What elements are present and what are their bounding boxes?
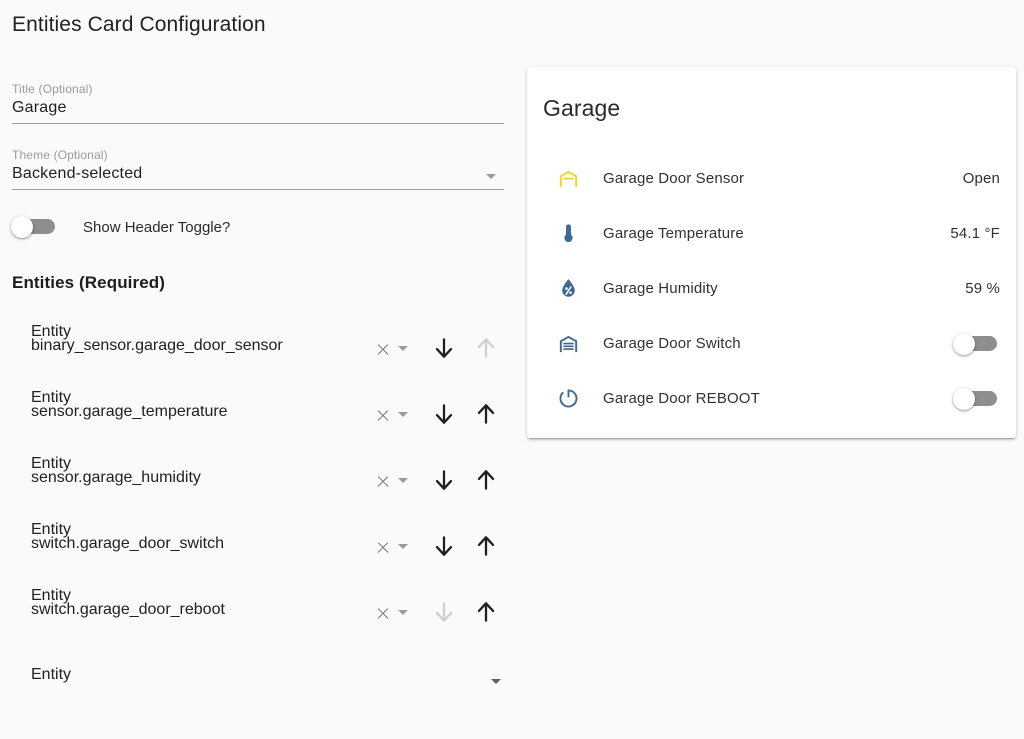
list-item-state[interactable]: Open (963, 170, 1000, 187)
entity-row[interactable]: Entity switch.garage_door_switch (31, 521, 501, 569)
garage-open-icon[interactable] (553, 167, 583, 191)
list-item-name: Garage Door Switch (603, 335, 953, 352)
move-up-icon[interactable] (473, 467, 499, 493)
entity-row-value[interactable]: sensor.garage_humidity (31, 469, 201, 487)
theme-field-underline (12, 189, 504, 190)
list-item-toggle[interactable] (953, 333, 999, 355)
entity-row-value[interactable]: binary_sensor.garage_door_sensor (31, 337, 283, 355)
move-down-icon[interactable] (431, 533, 457, 559)
move-down-icon (431, 599, 457, 625)
show-header-toggle-row[interactable]: Show Header Toggle? (11, 216, 230, 238)
entity-row[interactable]: Entity sensor.garage_temperature (31, 389, 501, 437)
toggle-knob (953, 388, 975, 410)
chevron-down-icon[interactable] (398, 544, 408, 549)
entity-row-value[interactable]: switch.garage_door_reboot (31, 601, 225, 619)
list-item-name: Garage Door REBOOT (603, 390, 953, 407)
title-field-label: Title (Optional) (12, 82, 504, 96)
chevron-down-icon[interactable] (486, 174, 496, 179)
garage-icon[interactable] (553, 332, 583, 356)
move-down-icon[interactable] (431, 467, 457, 493)
toggle-knob (11, 216, 33, 238)
close-icon[interactable] (375, 342, 391, 358)
move-up-icon[interactable] (473, 599, 499, 625)
title-field[interactable]: Title (Optional) Garage (12, 82, 504, 124)
list-item-state[interactable]: 59 % (965, 280, 1000, 297)
list-item-name: Garage Door Sensor (603, 170, 963, 187)
theme-field-label: Theme (Optional) (12, 148, 504, 162)
entity-row-value[interactable]: switch.garage_door_switch (31, 535, 224, 553)
show-header-toggle-label: Show Header Toggle? (83, 219, 230, 236)
card-editor-pane: Entities Card Configuration Title (Optio… (0, 0, 520, 739)
move-down-icon[interactable] (431, 401, 457, 427)
list-item-toggle[interactable] (953, 388, 999, 410)
thermometer-icon[interactable] (553, 222, 583, 246)
move-down-icon[interactable] (431, 335, 457, 361)
theme-field[interactable]: Theme (Optional) Backend-selected (12, 148, 504, 190)
list-item[interactable]: Garage Temperature 54.1 °F (527, 206, 1016, 261)
list-item[interactable]: Garage Door Sensor Open (527, 151, 1016, 206)
close-icon[interactable] (375, 540, 391, 556)
list-item[interactable]: Garage Door Switch (527, 316, 1016, 371)
move-up-icon (473, 335, 499, 361)
restart-icon[interactable] (553, 387, 583, 411)
title-field-value[interactable]: Garage (12, 96, 504, 120)
entity-row[interactable]: Entity binary_sensor.garage_door_sensor (31, 323, 501, 371)
chevron-down-icon[interactable] (398, 478, 408, 483)
page-title: Entities Card Configuration (12, 13, 266, 37)
close-icon[interactable] (375, 408, 391, 424)
chevron-down-icon[interactable] (398, 610, 408, 615)
title-field-underline (12, 123, 504, 124)
preview-card-title: Garage (543, 95, 620, 122)
theme-field-value[interactable]: Backend-selected (12, 162, 504, 186)
entities-card-configuration-page: Entities Card Configuration Title (Optio… (0, 0, 1024, 739)
list-item-name: Garage Humidity (603, 280, 965, 297)
entity-row[interactable]: Entity sensor.garage_humidity (31, 455, 501, 503)
close-icon[interactable] (375, 606, 391, 622)
list-item-state[interactable]: 54.1 °F (950, 225, 1000, 242)
water-percent-icon[interactable] (553, 277, 583, 301)
add-entity-picker[interactable]: Entity (31, 666, 509, 684)
list-item[interactable]: Garage Door REBOOT (527, 371, 1016, 426)
toggle-knob (953, 333, 975, 355)
move-up-icon[interactable] (473, 401, 499, 427)
close-icon[interactable] (375, 474, 391, 490)
add-entity-placeholder[interactable]: Entity (31, 666, 509, 684)
chevron-down-icon[interactable] (398, 412, 408, 417)
list-item[interactable]: Garage Humidity 59 % (527, 261, 1016, 316)
show-header-toggle-switch[interactable] (11, 216, 57, 238)
card-preview: Garage Garage Door Sensor Open (527, 67, 1016, 438)
chevron-down-icon[interactable] (491, 679, 501, 684)
preview-entity-list: Garage Door Sensor Open Garage Temperatu… (527, 151, 1016, 426)
move-up-icon[interactable] (473, 533, 499, 559)
entity-row[interactable]: Entity switch.garage_door_reboot (31, 587, 501, 635)
entity-row-value[interactable]: sensor.garage_temperature (31, 403, 228, 421)
list-item-name: Garage Temperature (603, 225, 950, 242)
entities-section-title: Entities (Required) (12, 273, 165, 293)
chevron-down-icon[interactable] (398, 346, 408, 351)
